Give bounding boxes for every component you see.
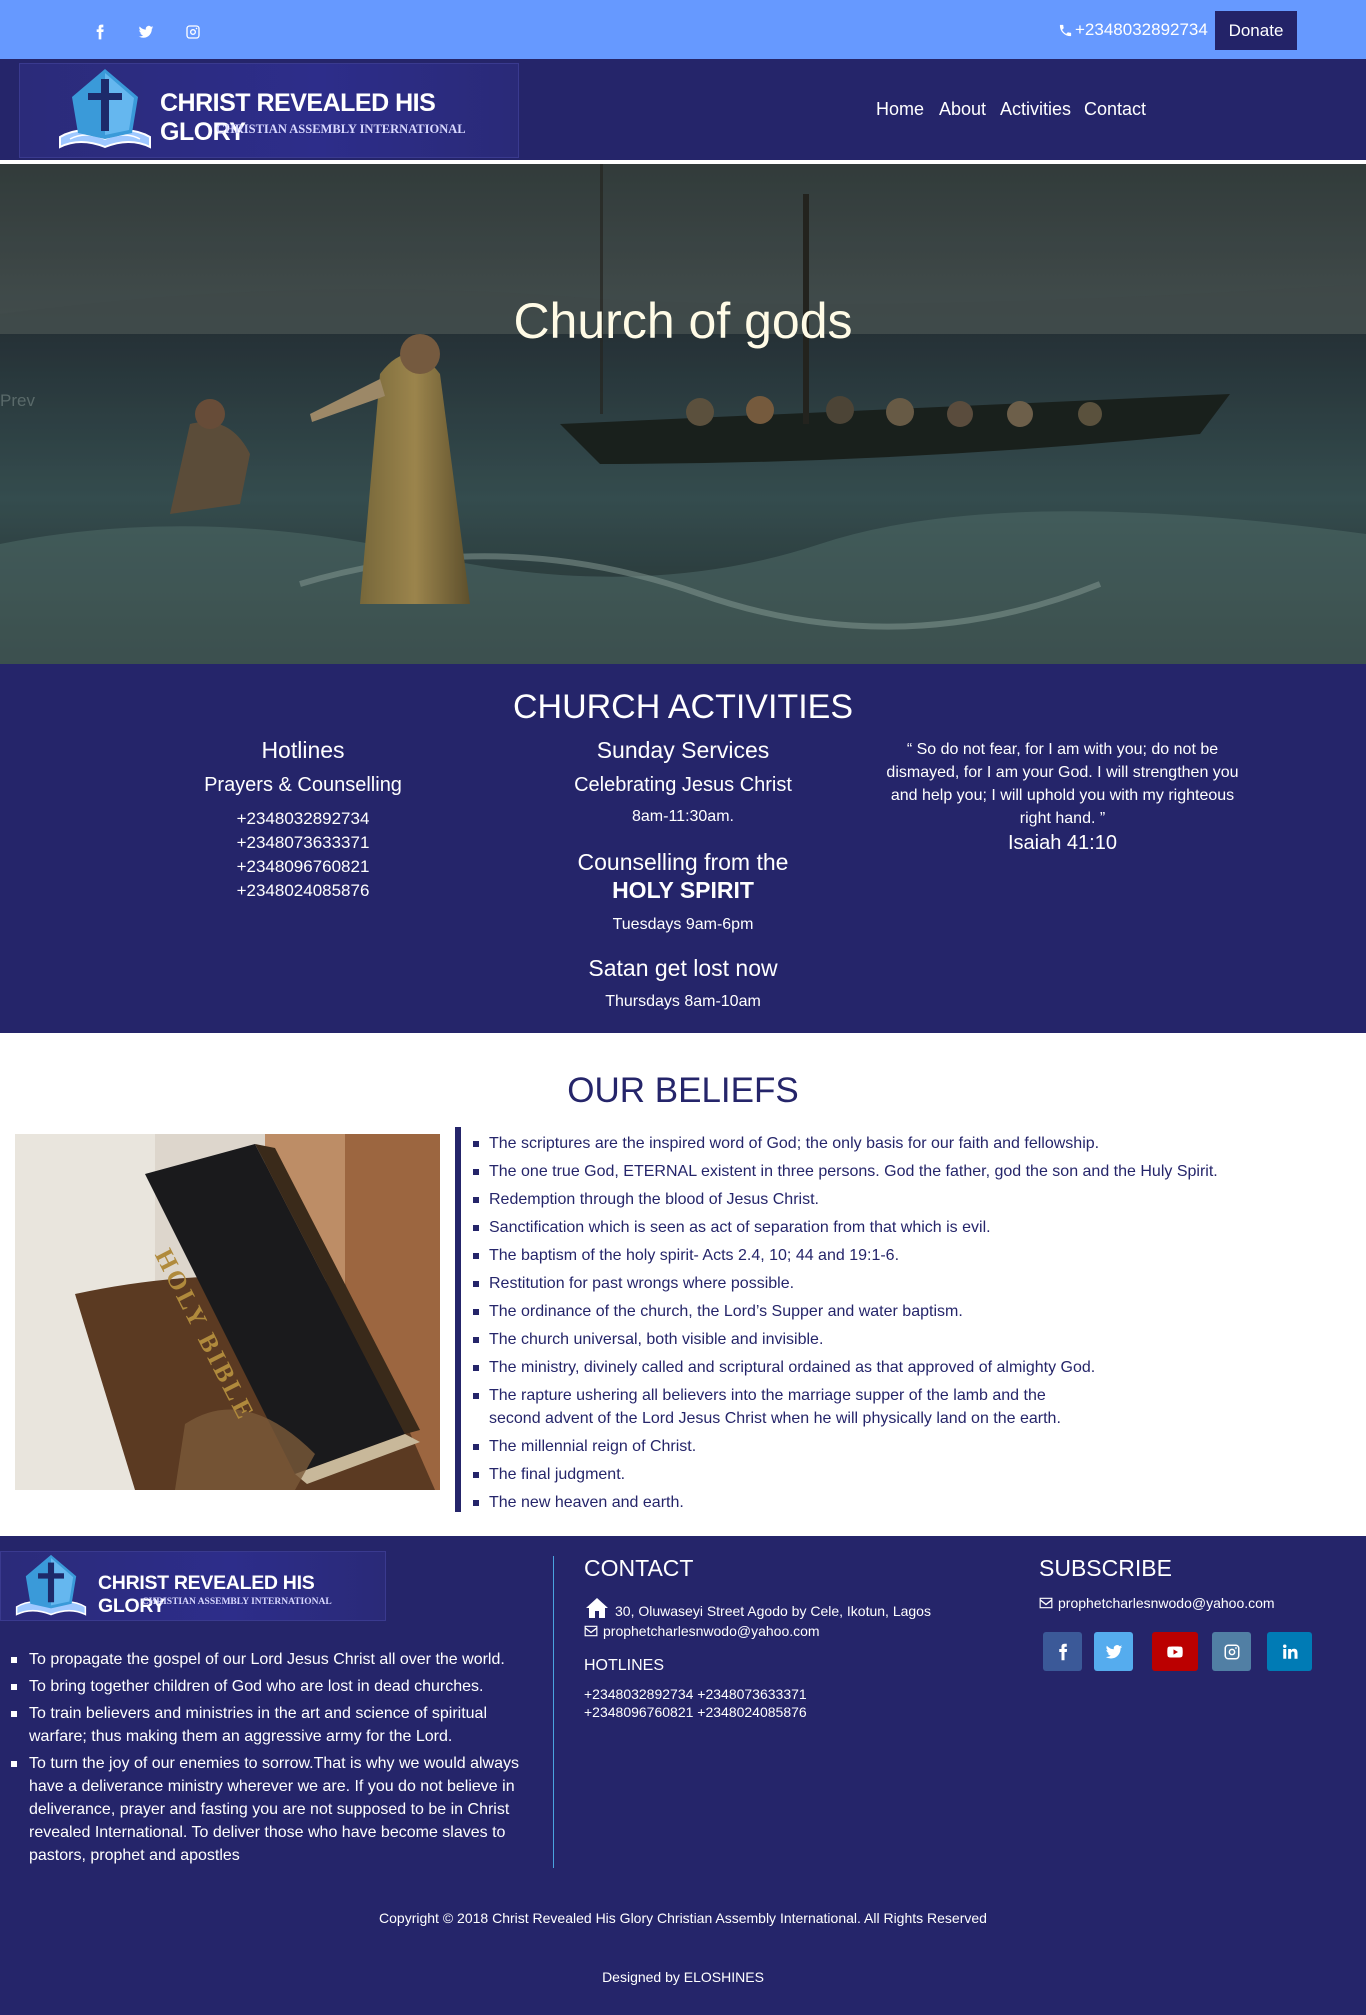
- bible-verse: “ So do not fear, for I am with you; do …: [886, 741, 1239, 827]
- contact-address: 30, Oluwaseyi Street Agodo by Cele, Ikot…: [584, 1597, 931, 1619]
- hotline-number[interactable]: +2348032892734: [153, 807, 453, 831]
- belief-item: The church universal, both visible and i…: [473, 1328, 1353, 1351]
- subscribe-email-text: prophetcharlesnwodo@yahoo.com: [1058, 1595, 1275, 1611]
- footer-hotlines-line: +2348032892734 +2348073633371: [584, 1686, 807, 1702]
- footer-cross-book-emblem: [15, 1554, 87, 1616]
- beliefs-list: The scriptures are the inspired word of …: [473, 1132, 1353, 1519]
- sunday-services-time: 8am-11:30am.: [632, 808, 734, 825]
- belief-item: The millennial reign of Christ.: [473, 1435, 1353, 1458]
- instagram-icon[interactable]: [182, 21, 204, 43]
- contact-email-text: prophetcharlesnwodo@yahoo.com: [603, 1623, 820, 1639]
- belief-item: The new heaven and earth.: [473, 1491, 1353, 1514]
- hero-overlay: [0, 164, 1366, 664]
- footer-logo-subtitle: CHRISTIAN ASSEMBLY INTERNATIONAL: [142, 1597, 332, 1607]
- copyright-text: Copyright © 2018 Christ Revealed His Glo…: [379, 1910, 987, 1926]
- hotlines-heading: Hotlines: [261, 737, 345, 763]
- footer-divider: [553, 1556, 554, 1868]
- mission-item: To turn the joy of our enemies to sorrow…: [11, 1752, 531, 1867]
- bible-illustration: [15, 1134, 440, 1490]
- mission-item: To train believers and ministries in the…: [11, 1702, 531, 1748]
- mission-item: To bring together children of God who ar…: [11, 1675, 531, 1698]
- facebook-icon[interactable]: [89, 21, 111, 43]
- envelope-icon: [584, 1625, 598, 1637]
- contact-email[interactable]: prophetcharlesnwodo@yahoo.com: [584, 1623, 820, 1639]
- contact-title: CONTACT: [584, 1555, 694, 1581]
- footer-youtube-button[interactable]: [1152, 1632, 1198, 1671]
- sunday-services-heading: Sunday Services: [596, 737, 770, 763]
- subscribe-email[interactable]: prophetcharlesnwodo@yahoo.com: [1039, 1595, 1275, 1611]
- activities-title: CHURCH ACTIVITIES: [512, 688, 854, 726]
- nav-contact[interactable]: Contact: [1084, 99, 1146, 120]
- sunday-services-subheading: Celebrating Jesus Christ: [574, 774, 792, 796]
- satan-heading: Satan get lost now: [588, 955, 778, 981]
- youtube-icon: [1167, 1645, 1183, 1658]
- belief-item: Redemption through the blood of Jesus Ch…: [473, 1188, 1353, 1211]
- footer-twitter-button[interactable]: [1094, 1632, 1133, 1671]
- topbar-phone-text: +2348032892734: [1075, 20, 1208, 39]
- belief-item: The final judgment.: [473, 1463, 1353, 1486]
- subscribe-title: SUBSCRIBE: [1039, 1555, 1172, 1581]
- hero-slider[interactable]: [0, 164, 1366, 664]
- logo-title: CHRIST REVEALED HIS GLORY: [160, 89, 436, 146]
- holy-bible-image: HOLY BIBLE: [15, 1134, 440, 1490]
- nav-about[interactable]: About: [939, 99, 986, 120]
- linkedin-icon: [1282, 1644, 1297, 1659]
- hotlines-subheading: Prayers & Counselling: [204, 774, 402, 796]
- belief-item: The ordinance of the church, the Lord’s …: [473, 1300, 1353, 1323]
- beliefs-title: OUR BELIEFS: [567, 1071, 799, 1110]
- phone-icon: [1059, 24, 1072, 36]
- logo-subtitle: CHRISTIAN ASSEMBLY INTERNATIONAL: [216, 122, 466, 136]
- counselling-holy-spirit: HOLY SPIRIT: [612, 877, 754, 903]
- footer-logo-title: CHRIST REVEALED HIS GLORY: [98, 1572, 315, 1617]
- twitter-icon: [1105, 1644, 1122, 1658]
- belief-item: The scriptures are the inspired word of …: [473, 1132, 1353, 1155]
- mission-item: To propagate the gospel of our Lord Jesu…: [11, 1648, 531, 1671]
- hero-title: Church of gods: [513, 293, 853, 349]
- slider-prev-button[interactable]: Prev: [0, 391, 35, 411]
- footer-linkedin-button[interactable]: [1267, 1632, 1312, 1671]
- cross-book-emblem: [59, 69, 151, 149]
- envelope-icon: [1039, 1597, 1053, 1609]
- hotlines-list: +2348032892734 +2348073633371 +234809676…: [153, 807, 453, 903]
- belief-item: The one true God, ETERNAL existent in th…: [473, 1160, 1353, 1183]
- counselling-heading: Counselling from the: [577, 849, 789, 875]
- hotline-number[interactable]: +2348096760821: [153, 855, 453, 879]
- counselling-time: Tuesdays 9am-6pm: [612, 916, 754, 933]
- instagram-icon: [1224, 1644, 1239, 1659]
- facebook-icon: [1058, 1643, 1067, 1660]
- mission-list: To propagate the gospel of our Lord Jesu…: [11, 1648, 531, 1871]
- belief-item: The baptism of the holy spirit- Acts 2.4…: [473, 1244, 1353, 1267]
- footer-instagram-button[interactable]: [1212, 1632, 1251, 1671]
- belief-item: Restitution for past wrongs where possib…: [473, 1272, 1353, 1295]
- hotline-number[interactable]: +2348024085876: [153, 879, 453, 903]
- home-icon: [586, 1598, 608, 1618]
- belief-item: The ministry, divinely called and script…: [473, 1356, 1353, 1379]
- hotline-number[interactable]: +2348073633371: [153, 831, 453, 855]
- topbar-phone[interactable]: +2348032892734: [1058, 20, 1208, 40]
- beliefs-accent-bar: [455, 1127, 461, 1512]
- contact-address-text: 30, Oluwaseyi Street Agodo by Cele, Ikot…: [615, 1603, 931, 1619]
- bible-verse-reference: Isaiah 41:10: [1008, 832, 1117, 854]
- footer-facebook-button[interactable]: [1043, 1632, 1082, 1671]
- footer-logo[interactable]: CHRIST REVEALED HIS GLORY CHRISTIAN ASSE…: [0, 1551, 386, 1621]
- footer-hotlines-line: +2348096760821 +2348024085876: [584, 1704, 807, 1720]
- donate-button[interactable]: Donate: [1215, 11, 1297, 50]
- hotlines-title: HOTLINES: [584, 1657, 665, 1674]
- nav-activities[interactable]: Activities: [1000, 99, 1071, 120]
- twitter-icon[interactable]: [135, 21, 157, 43]
- site-logo[interactable]: CHRIST REVEALED HIS GLORY CHRISTIAN ASSE…: [19, 63, 519, 158]
- nav-home[interactable]: Home: [876, 99, 924, 120]
- designer-credit: Designed by ELOSHINES: [602, 1969, 764, 1985]
- belief-item: Sanctification which is seen as act of s…: [473, 1216, 1353, 1239]
- belief-item: The rapture ushering all believers into …: [473, 1384, 1073, 1430]
- satan-time: Thursdays 8am-10am: [605, 993, 761, 1010]
